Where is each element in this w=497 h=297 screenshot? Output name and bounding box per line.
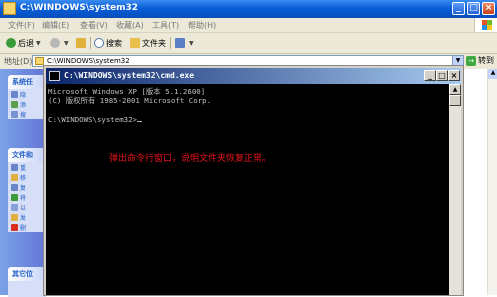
other-places-group: 其它位 <box>8 267 46 297</box>
forward-arrow-icon <box>50 38 60 48</box>
task-item[interactable]: 发 <box>8 212 46 222</box>
close-button[interactable]: × <box>482 2 495 15</box>
scroll-up-icon[interactable]: ▲ <box>488 69 497 79</box>
task-icon <box>11 90 18 98</box>
menubar: 文件(F) 编辑(E) 查看(V) 收藏(A) 工具(T) 帮助(H) <box>0 18 497 33</box>
menu-view[interactable]: 查看(V) <box>80 20 108 31</box>
task-icon <box>11 163 18 171</box>
toolbar-separator <box>170 37 171 49</box>
go-button[interactable]: → 转到 <box>466 55 494 66</box>
task-icon <box>11 203 18 211</box>
console-output[interactable]: Microsoft Windows XP [版本 5.1.2600] (C) 版… <box>46 84 449 295</box>
windows-flag-icon <box>474 18 497 32</box>
task-icon <box>11 100 18 108</box>
task-item[interactable]: 以 <box>8 202 46 212</box>
cmd-titlebar[interactable]: C:\WINDOWS\system32\cmd.exe _ □ × <box>46 68 461 84</box>
task-item[interactable]: 将 <box>8 192 46 202</box>
task-label: 将 <box>20 194 27 202</box>
task-label: 以 <box>20 204 27 212</box>
task-label: 添 <box>20 101 27 109</box>
views-button[interactable]: ▼ <box>175 36 194 50</box>
menu-edit[interactable]: 编辑(E) <box>42 20 69 31</box>
console-icon <box>49 71 60 81</box>
explorer-title: C:\WINDOWS\system32 <box>20 3 139 13</box>
task-icon <box>11 183 18 191</box>
task-pane: 系统任 隐 添 搜 文件和 重 移 复 将 以 发 删 其它位 <box>0 69 46 297</box>
task-label: 删 <box>20 224 27 232</box>
cmd-minimize-button[interactable]: _ <box>424 70 436 81</box>
go-label: 转到 <box>478 56 494 65</box>
address-value: C:\WINDOWS\system32 <box>47 57 130 65</box>
menu-file[interactable]: 文件(F) <box>8 20 35 31</box>
task-item[interactable]: 隐 <box>8 89 46 99</box>
console-prompt: C:\WINDOWS\system32> <box>48 115 137 124</box>
task-label: 移 <box>20 174 27 182</box>
cmd-title: C:\WINDOWS\system32\cmd.exe <box>64 71 195 80</box>
explorer-scrollbar[interactable]: ▲ <box>487 69 497 295</box>
toolbar-separator <box>90 37 91 49</box>
task-label: 重 <box>20 164 27 172</box>
task-icon <box>11 213 18 221</box>
menu-help[interactable]: 帮助(H) <box>188 20 216 31</box>
console-prompt-line: C:\WINDOWS\system32> <box>48 115 142 124</box>
chevron-down-icon: ▼ <box>64 39 69 47</box>
views-icon <box>175 38 185 48</box>
task-item[interactable]: 重 <box>8 162 46 172</box>
task-label: 搜 <box>20 111 27 119</box>
task-item[interactable]: 删 <box>8 222 46 232</box>
chevron-down-icon: ▼ <box>189 39 194 47</box>
console-line: (C) 版权所有 1985-2001 Microsoft Corp. <box>48 96 212 105</box>
minimize-button[interactable]: _ <box>452 2 465 15</box>
task-label: 复 <box>20 184 27 192</box>
task-icon <box>11 193 18 201</box>
maximize-button[interactable]: □ <box>467 2 480 15</box>
scroll-thumb[interactable] <box>449 95 461 106</box>
task-item[interactable]: 复 <box>8 182 46 192</box>
folder-up-icon <box>76 38 86 48</box>
folders-icon <box>130 38 140 48</box>
chevron-down-icon: ▼ <box>36 39 41 47</box>
cmd-close-button[interactable]: × <box>448 70 460 81</box>
folders-button[interactable]: 文件夹 <box>130 36 166 50</box>
toolbar: 后退 ▼ ▼ 搜索 文件夹 ▼ <box>0 33 497 54</box>
search-icon <box>94 38 104 48</box>
folders-label: 文件夹 <box>142 38 166 48</box>
other-places-title[interactable]: 其它位 <box>8 267 46 281</box>
cmd-window: C:\WINDOWS\system32\cmd.exe _ □ × Micros… <box>44 66 463 295</box>
cmd-scrollbar[interactable]: ▲ <box>449 84 461 295</box>
folder-icon <box>35 57 44 65</box>
task-item[interactable]: 移 <box>8 172 46 182</box>
back-button[interactable]: 后退 ▼ <box>6 36 41 50</box>
system-tasks-group: 系统任 隐 添 搜 <box>8 75 46 119</box>
menu-tools[interactable]: 工具(T) <box>152 20 179 31</box>
task-label: 隐 <box>20 91 27 99</box>
menu-favorites[interactable]: 收藏(A) <box>116 20 144 31</box>
back-arrow-icon <box>6 38 16 48</box>
explorer-titlebar[interactable]: C:\WINDOWS\system32 _ □ × <box>0 0 497 18</box>
cmd-maximize-button[interactable]: □ <box>436 70 448 81</box>
back-label: 后退 <box>18 38 34 48</box>
task-item[interactable]: 添 <box>8 99 46 109</box>
address-label: 地址(D) <box>4 57 33 66</box>
go-arrow-icon: → <box>466 55 476 66</box>
chevron-down-icon[interactable]: ▼ <box>452 56 463 66</box>
folder-icon <box>3 2 16 15</box>
file-tasks-group: 文件和 重 移 复 将 以 发 删 <box>8 148 46 232</box>
system-tasks-title[interactable]: 系统任 <box>8 75 46 89</box>
file-tasks-title[interactable]: 文件和 <box>8 148 46 162</box>
task-icon <box>11 110 18 118</box>
task-label: 发 <box>20 214 27 222</box>
annotation-text: 弹出命令行窗口，说明文件夹恢复正常。 <box>109 154 272 164</box>
text-cursor <box>137 121 142 122</box>
up-button[interactable] <box>76 36 88 50</box>
delete-icon <box>11 223 18 231</box>
forward-button[interactable]: ▼ <box>50 36 69 50</box>
scroll-up-icon[interactable]: ▲ <box>449 84 461 95</box>
search-label: 搜索 <box>106 38 122 48</box>
task-icon <box>11 173 18 181</box>
search-button[interactable]: 搜索 <box>94 36 122 50</box>
task-item[interactable]: 搜 <box>8 109 46 119</box>
